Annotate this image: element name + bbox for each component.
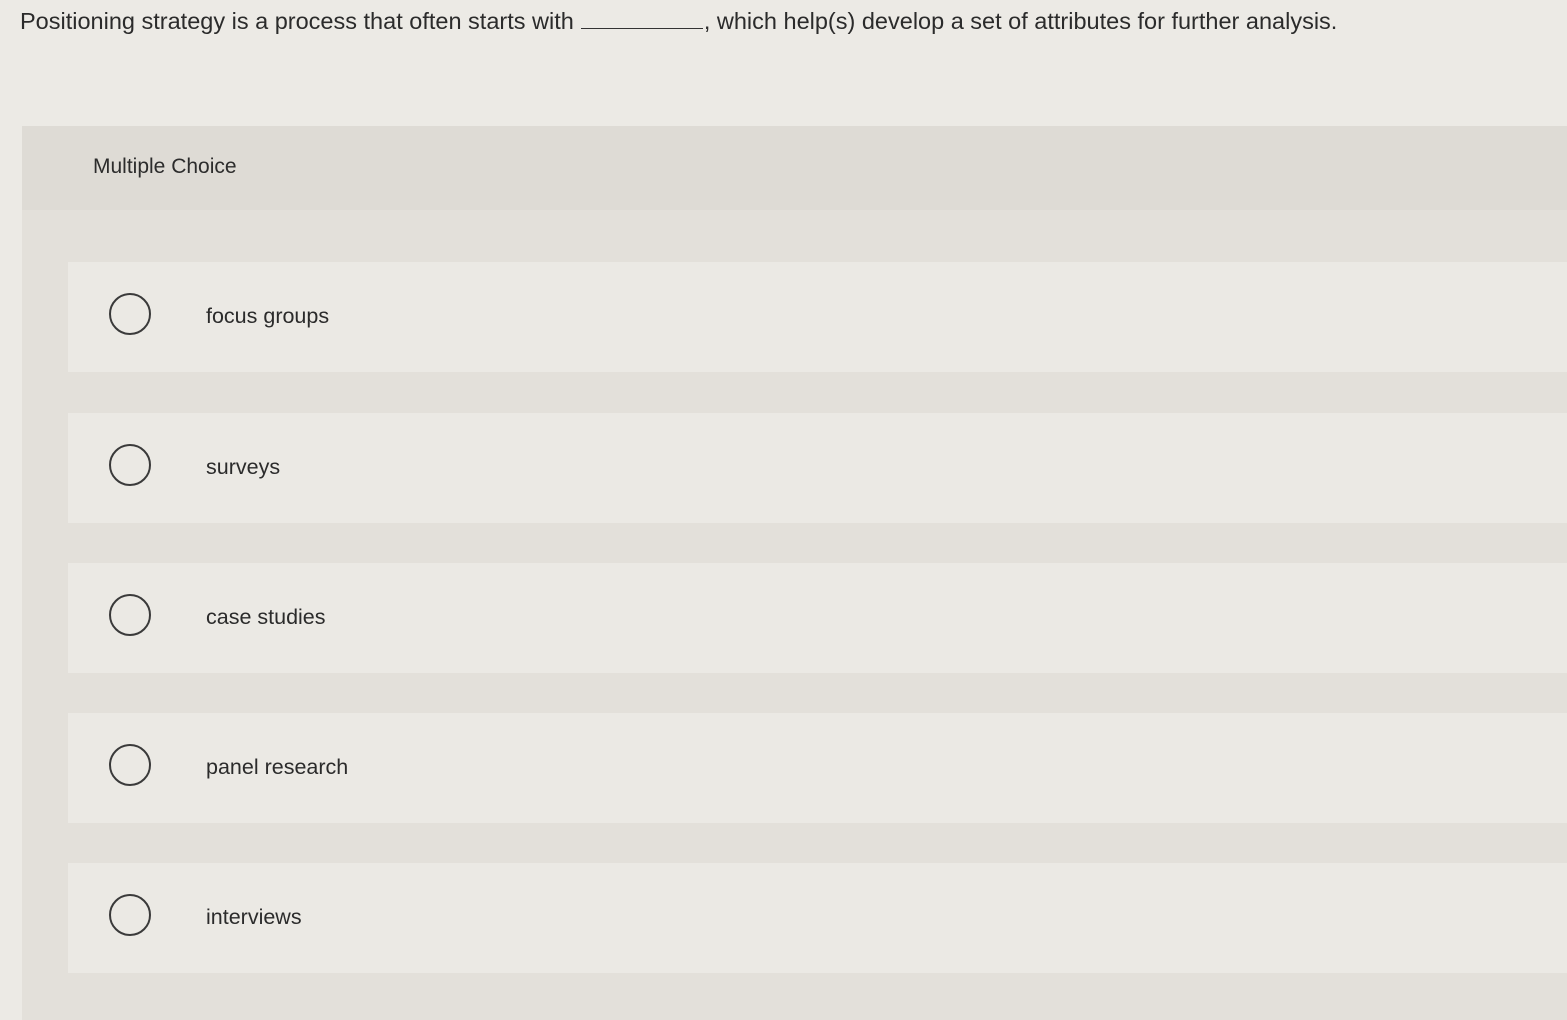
choice-label: focus groups [206,304,330,328]
radio-button-icon[interactable] [109,444,151,486]
choice-label: interviews [206,905,302,929]
choice-option-interviews[interactable]: interviews [68,863,1567,973]
choice-option-focus-groups[interactable]: focus groups [68,262,1567,372]
question-text: Positioning strategy is a process that o… [20,4,1550,38]
panel-header: Multiple Choice [22,126,1567,210]
radio-button-icon[interactable] [109,744,151,786]
multiple-choice-panel: Multiple Choice focus groups surveys cas… [22,126,1567,1020]
choice-option-panel-research[interactable]: panel research [68,713,1567,823]
choice-option-case-studies[interactable]: case studies [68,563,1567,673]
radio-button-icon[interactable] [109,594,151,636]
choice-label: panel research [206,755,349,779]
question-text-after-blank: , which help(s) develop a set of attribu… [703,8,1338,34]
answer-blank [580,6,703,29]
radio-button-icon[interactable] [109,293,151,335]
question-text-before-blank: Positioning strategy is a process that o… [20,8,574,34]
choice-label: case studies [206,605,326,629]
choice-label: surveys [206,455,281,479]
radio-button-icon[interactable] [109,894,151,936]
question-type-label: Multiple Choice [93,155,237,178]
choice-option-surveys[interactable]: surveys [68,413,1567,523]
